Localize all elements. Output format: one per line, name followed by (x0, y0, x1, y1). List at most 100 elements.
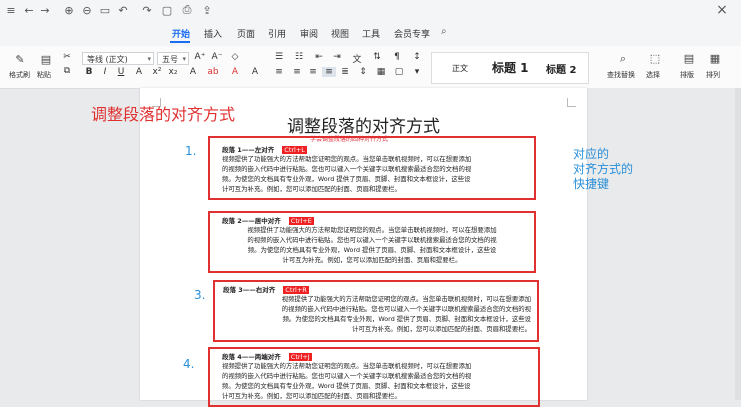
share-icon[interactable]: ⇪ (200, 2, 214, 18)
arrange-icon[interactable]: ▦ (708, 52, 722, 66)
margin-corner (567, 98, 576, 107)
paragraph-line: 的视频的嵌入代码中进行粘贴。您也可以键入一个关键字以联机搜索最适合您的文档的视 (281, 305, 531, 313)
align-left-icon[interactable]: ≡ (272, 67, 286, 77)
increase-indent-icon[interactable]: ⇥ (330, 52, 344, 62)
shrink-font-icon[interactable]: A⁻ (210, 52, 224, 62)
font-name-select[interactable]: 等线 (正文) ▾ (82, 52, 154, 65)
show-marks-icon[interactable]: ¶ (390, 52, 404, 62)
style-heading-1[interactable]: 标题 1 (492, 59, 529, 76)
annotation-right: 对应的 对齐方式的 快捷键 (573, 147, 633, 192)
tab-view[interactable]: 视图 (331, 27, 349, 40)
cut-icon[interactable]: ✂ (60, 52, 74, 62)
paragraph-line: 的视频的嵌入代码中进行粘贴。您也可以键入一个关键字以联机搜索最适合您的文档的视 (247, 236, 497, 244)
sort-label[interactable]: 排版 (680, 70, 694, 80)
paragraph-heading-text: 段落 3——右对齐 (223, 286, 276, 294)
undo-icon[interactable]: ← (22, 2, 36, 18)
align-center-icon[interactable]: ≡ (290, 67, 304, 77)
tab-home[interactable]: 开始 (172, 27, 190, 40)
paste-icon[interactable]: ▤ (40, 53, 52, 67)
style-normal[interactable]: 正文 (452, 63, 468, 74)
style-heading-2[interactable]: 标题 2 (546, 61, 576, 76)
tab-insert[interactable]: 插入 (204, 27, 222, 40)
ribbon-toolbar: ✎ 格式刷 ▤ 粘贴 ✂ ⧉ 等线 (正文) ▾ 五号 ▾ A⁺ A⁻ ◇ B I … (0, 46, 741, 89)
format-painter-label[interactable]: 格式刷 (9, 70, 30, 80)
list-number: 4. (183, 357, 195, 371)
layout-icon[interactable]: ▭ (98, 2, 112, 18)
align-justify-icon[interactable]: ≡ (322, 67, 336, 77)
font-size-select[interactable]: 五号 ▾ (157, 52, 189, 65)
line-spacing-set-icon[interactable]: ⇕ (356, 67, 370, 77)
subscript-icon[interactable]: x₂ (166, 67, 180, 77)
annotation-line: 对应的 (573, 147, 610, 161)
paragraph-heading-text: 段落 4——两端对齐 (222, 353, 281, 361)
paragraph-line: 的视频的嵌入代码中进行粘贴。您也可以键入一个关键字以联机搜索最适合您的文档的视 (222, 372, 472, 380)
search-icon[interactable]: ⌕ (441, 26, 447, 37)
align-right-icon[interactable]: ≡ (306, 67, 320, 77)
select-label[interactable]: 选择 (646, 70, 660, 80)
paragraph-line: 视频提供了功能强大的方法帮助您证明您的观点。当您单击联机视频时，可以在想要添加 (222, 362, 472, 370)
preview-icon[interactable]: ⊖ (80, 2, 94, 18)
line-spacing-icon[interactable]: ↕ (410, 52, 424, 62)
clear-format-icon[interactable]: ◇ (228, 52, 242, 62)
active-tab-indicator (170, 41, 190, 43)
font-size-value: 五号 (162, 55, 178, 64)
decrease-indent-icon[interactable]: ⇤ (312, 52, 326, 62)
sort-layout-icon[interactable]: ▤ (682, 52, 696, 66)
font-color-icon[interactable]: A (228, 67, 242, 77)
paragraph-line: 频。为使您的文档具有专业外观，Word 提供了页眉、页脚、封面和文本框设计，这些… (222, 175, 471, 183)
zoom-icon[interactable]: ⊕ (62, 2, 76, 18)
paragraph-box-right: 段落 3——右对齐 Ctrl+R 视频提供了功能强大的方法帮助您证明您的观点。当您… (213, 280, 539, 342)
vertical-scrollbar[interactable] (735, 88, 741, 400)
list-number: 1. (185, 144, 197, 158)
shading-icon[interactable]: ▦ (374, 67, 388, 77)
paste-label[interactable]: 粘贴 (37, 70, 51, 80)
paragraph-box-justify: 段落 4——两端对齐 Ctrl+J 视频提供了功能强大的方法帮助您证明您的观点。当… (208, 347, 540, 407)
text-effect-icon[interactable]: A (186, 67, 200, 77)
paragraph-line: 计可互为补充。例如，您可以添加匹配的封面、页眉和提要栏。 (222, 185, 401, 193)
copy-icon[interactable]: ⧉ (60, 66, 74, 76)
paragraph-line: 频。为使您的文档具有专业外观，Word 提供了页眉、页脚、封面和文本框设计，这些… (247, 246, 497, 254)
redo-icon[interactable]: → (38, 2, 52, 18)
paragraph-line: 频。为使您的文档具有专业外观，Word 提供了页眉、页脚、封面和文本框设计，这些… (222, 382, 471, 390)
chinese-layout-icon[interactable]: 文 (350, 52, 364, 65)
redo-arrow-icon[interactable]: ↷ (140, 2, 154, 18)
tab-member[interactable]: 会员专享 (394, 27, 430, 40)
annotation-left: 调整段落的对齐方式 (91, 105, 236, 124)
sort-icon[interactable]: ⇅ (370, 52, 384, 62)
underline-icon[interactable]: U (114, 67, 128, 77)
paragraph-box-center: 段落 2——居中对齐 Ctrl+E 视频提供了功能强大的方法帮助您证明您的观点。当… (208, 211, 536, 273)
tab-reference[interactable]: 引用 (268, 27, 286, 40)
title-bar: ≡ ← → ⊕ ⊖ ▭ ↶ ↷ ▢ ⎙ ⇪ × 开始 插入 页面 引用 审阅 视… (0, 0, 741, 46)
select-icon[interactable]: ⬚ (648, 52, 662, 66)
document-page[interactable]: 调整段落的对齐方式 学会调整段落的四种对齐方式 段落 1——左对齐 Ctrl+L … (140, 88, 587, 407)
paragraph-heading: 段落 4——两端对齐 Ctrl+J (222, 351, 312, 361)
bullet-list-icon[interactable]: ☰ (272, 52, 286, 62)
char-border-icon[interactable]: A (248, 67, 262, 77)
grow-font-icon[interactable]: A⁺ (193, 52, 207, 62)
format-painter-icon[interactable]: ✎ (14, 53, 26, 67)
distribute-icon[interactable]: ≣ (338, 67, 352, 77)
paragraph-heading: 段落 3——右对齐 Ctrl+R (223, 284, 309, 294)
tab-tools[interactable]: 工具 (362, 27, 380, 40)
undo-arrow-icon[interactable]: ↶ (116, 2, 130, 18)
italic-icon[interactable]: I (98, 67, 112, 77)
strikethrough-icon[interactable]: A (132, 67, 146, 77)
highlight-color-icon[interactable]: ab (206, 67, 220, 77)
save-icon[interactable]: ▢ (160, 2, 174, 18)
superscript-icon[interactable]: x² (150, 67, 164, 77)
tab-page[interactable]: 页面 (237, 27, 255, 40)
border-icon[interactable]: ▢ (392, 67, 406, 77)
bold-icon[interactable]: B (82, 67, 96, 77)
number-list-icon[interactable]: ☷ (292, 52, 306, 62)
print-icon[interactable]: ⎙ (180, 2, 194, 18)
paragraph-heading: 段落 1——左对齐 Ctrl+L (222, 144, 307, 154)
menu-icon[interactable]: ≡ (4, 2, 18, 18)
find-replace-icon[interactable]: ⌕ (616, 52, 630, 66)
find-replace-label[interactable]: 查找替换 (607, 70, 635, 80)
arrange-label[interactable]: 排列 (706, 70, 720, 80)
tab-review[interactable]: 审阅 (300, 27, 318, 40)
style-gallery: 正文 标题 1 标题 2 (431, 52, 589, 84)
chevron-down-icon: ▾ (147, 55, 151, 63)
more-icon[interactable]: ▾ (410, 67, 424, 77)
close-icon[interactable]: × (712, 2, 732, 18)
